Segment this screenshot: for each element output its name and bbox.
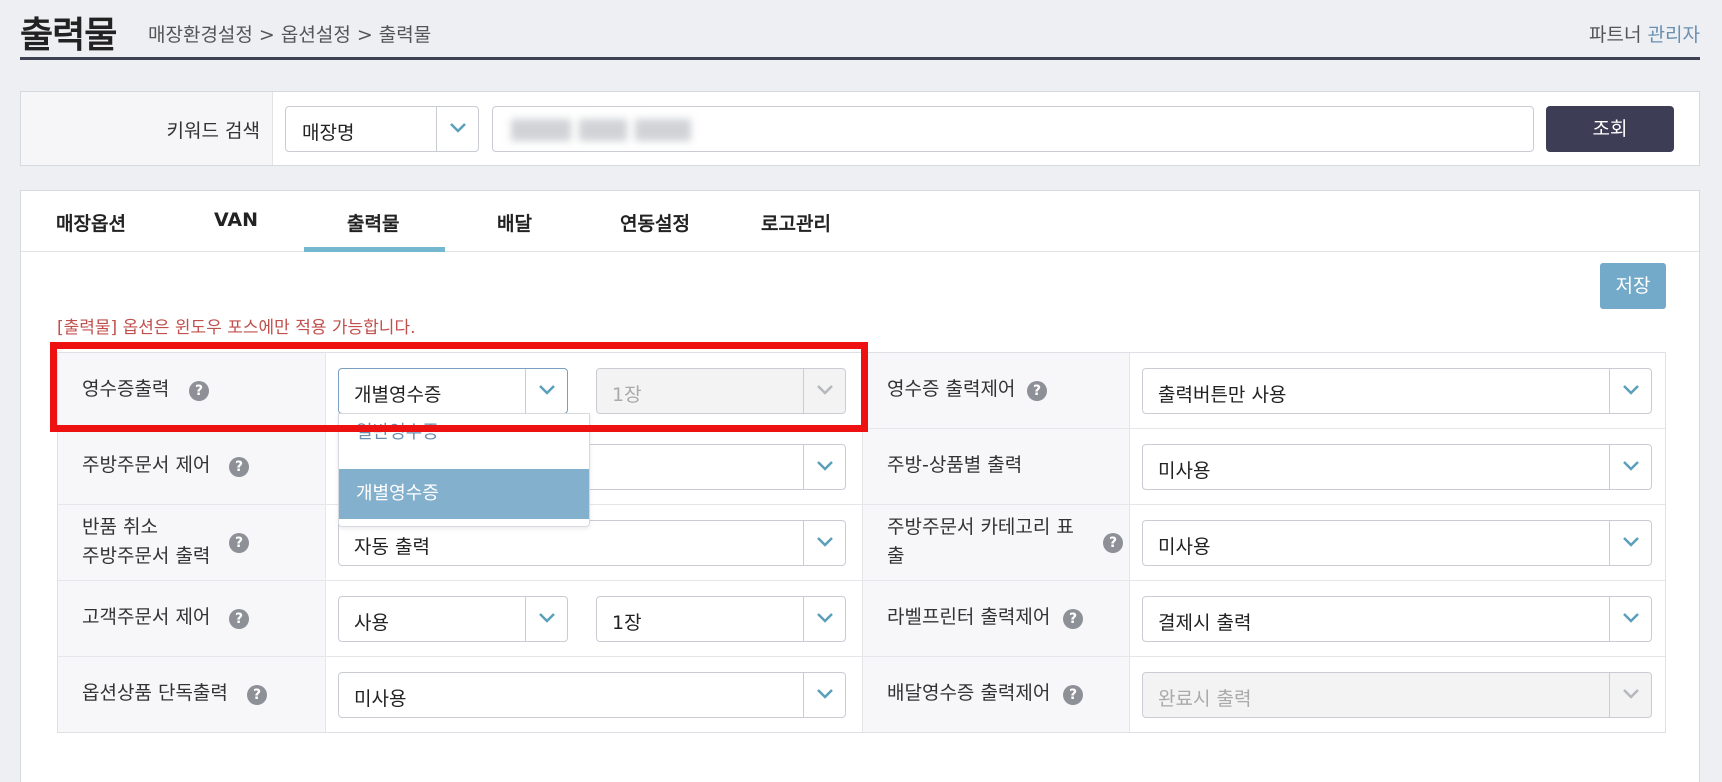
option-product-standalone-select[interactable]: 미사용 <box>338 672 846 718</box>
help-icon[interactable]: ? <box>247 685 267 705</box>
redacted-text <box>579 119 627 141</box>
option-label: 옵션상품 단독출력 <box>82 682 228 704</box>
chevron-down-icon <box>1609 673 1651 717</box>
tab-van[interactable]: VAN <box>214 209 258 231</box>
option-label: 주방-상품별 출력 <box>887 454 1023 476</box>
chevron-down-icon <box>1609 445 1651 489</box>
option-label-line: 반품 취소 <box>82 516 158 538</box>
select-value: 출력버튼만 사용 <box>1158 384 1287 406</box>
main-panel: 매장옵션 VAN 출력물 배달 연동설정 로고관리 저장 [출력물] 옵션은 윈… <box>20 190 1700 782</box>
label-cell: 영수증 출력제어 ? <box>862 353 1130 428</box>
notice-text: [출력물] 옵션은 윈도우 포스에만 적용 가능합니다. <box>57 318 416 338</box>
option-label: 배달영수증 출력제어 <box>887 682 1051 704</box>
label-cell: 라벨프린터 출력제어 ? <box>862 581 1130 656</box>
page-header: 출력물 매장환경설정 > 옵션설정 > 출력물 파트너 관리자 <box>20 0 1700 60</box>
label-cell: 주방주문서 카테고리 표 출 ? <box>862 505 1130 580</box>
customer-order-control-select[interactable]: 사용 <box>338 596 568 642</box>
chevron-down-icon <box>803 673 845 717</box>
label-cell: 배달영수증 출력제어 ? <box>862 657 1130 732</box>
tab-logo[interactable]: 로고관리 <box>761 209 831 236</box>
option-label: 영수증 출력제어 <box>887 378 1016 400</box>
option-label-line: 주방주문서 출력 <box>82 545 211 567</box>
chevron-down-icon <box>1609 597 1651 641</box>
option-label: 라벨프린터 출력제어 <box>887 606 1051 628</box>
option-label: 반품 취소 주방주문서 출력 <box>82 513 210 571</box>
table-row: 반품 취소 주방주문서 출력 ? 자동 출력 주방주문서 카테고리 표 출 ? <box>58 505 1665 581</box>
help-icon[interactable]: ? <box>1027 381 1047 401</box>
redacted-text <box>635 119 691 141</box>
label-cell: 반품 취소 주방주문서 출력 ? <box>58 505 326 580</box>
select-value: 사용 <box>354 612 389 634</box>
select-value: 미사용 <box>354 688 407 710</box>
help-icon[interactable]: ? <box>1063 609 1083 629</box>
help-icon[interactable]: ? <box>1103 533 1123 553</box>
option-label: 주방주문서 제어 <box>82 454 211 476</box>
label-cell: 옵션상품 단독출력 ? <box>58 657 326 732</box>
table-row: 고객주문서 제어 ? 사용 1장 라벨프린터 출력제어 ? 결제시 출력 <box>58 581 1665 657</box>
label-cell: 주방-상품별 출력 <box>862 429 1130 504</box>
select-value: 자동 출력 <box>354 536 430 558</box>
option-label: 고객주문서 제어 <box>82 606 211 628</box>
delivery-receipt-control-select: 완료시 출력 <box>1142 672 1652 718</box>
user-prefix: 파트너 <box>1589 24 1642 46</box>
select-value: 완료시 출력 <box>1158 688 1252 710</box>
search-label-cell: 키워드 검색 <box>21 92 273 165</box>
tab-integration[interactable]: 연동설정 <box>620 209 690 236</box>
select-value: 미사용 <box>1158 460 1211 482</box>
option-label: 주방주문서 카테고리 표 출 <box>887 513 1074 571</box>
tab-store-options[interactable]: 매장옵션 <box>56 209 126 236</box>
kitchen-category-display-select[interactable]: 미사용 <box>1142 520 1652 566</box>
select-value: 미사용 <box>1158 536 1211 558</box>
label-cell: 고객주문서 제어 ? <box>58 581 326 656</box>
kitchen-per-product-select[interactable]: 미사용 <box>1142 444 1652 490</box>
user-menu[interactable]: 파트너 관리자 <box>1589 20 1700 47</box>
label-printer-control-select[interactable]: 결제시 출력 <box>1142 596 1652 642</box>
help-icon[interactable]: ? <box>229 457 249 477</box>
option-label-line: 주방주문서 카테고리 표 <box>887 516 1074 538</box>
tab-delivery[interactable]: 배달 <box>497 209 532 236</box>
chevron-down-icon <box>803 521 845 565</box>
search-panel: 키워드 검색 매장명 조회 <box>20 91 1700 166</box>
chevron-down-icon <box>803 445 845 489</box>
select-value: 결제시 출력 <box>1158 612 1252 634</box>
save-button[interactable]: 저장 <box>1600 263 1666 309</box>
search-label: 키워드 검색 <box>166 120 260 142</box>
search-field-select[interactable]: 매장명 <box>285 106 479 152</box>
user-role: 관리자 <box>1647 24 1700 46</box>
chevron-down-icon <box>803 597 845 641</box>
search-field-value: 매장명 <box>302 122 355 144</box>
help-icon[interactable]: ? <box>229 533 249 553</box>
tab-printouts[interactable]: 출력물 <box>347 209 399 236</box>
table-row: 옵션상품 단독출력 ? 미사용 배달영수증 출력제어 ? 완료시 출력 <box>58 657 1665 733</box>
dropdown-option-selected[interactable]: 개별영수증 <box>339 469 589 519</box>
chevron-down-icon <box>525 597 567 641</box>
chevron-down-icon <box>1609 369 1651 413</box>
page-title: 출력물 <box>20 15 117 56</box>
chevron-down-icon <box>1609 521 1651 565</box>
chevron-down-icon <box>436 107 478 151</box>
breadcrumb: 매장환경설정 > 옵션설정 > 출력물 <box>148 24 432 46</box>
tab-bar: 매장옵션 VAN 출력물 배달 연동설정 로고관리 <box>21 191 1699 252</box>
table-row: 주방주문서 제어 ? 주방-상품별 출력 미사용 <box>58 429 1665 505</box>
customer-order-count-select[interactable]: 1장 <box>596 596 846 642</box>
highlight-annotation-box <box>50 342 868 432</box>
select-value: 1장 <box>612 612 642 634</box>
search-button[interactable]: 조회 <box>1546 106 1674 152</box>
help-icon[interactable]: ? <box>229 609 249 629</box>
active-tab-indicator <box>304 247 445 252</box>
receipt-output-control-select[interactable]: 출력버튼만 사용 <box>1142 368 1652 414</box>
option-label-line: 출 <box>887 545 905 567</box>
label-cell: 주방주문서 제어 ? <box>58 429 326 504</box>
search-input[interactable] <box>492 106 1534 152</box>
redacted-text <box>511 119 571 141</box>
help-icon[interactable]: ? <box>1063 685 1083 705</box>
